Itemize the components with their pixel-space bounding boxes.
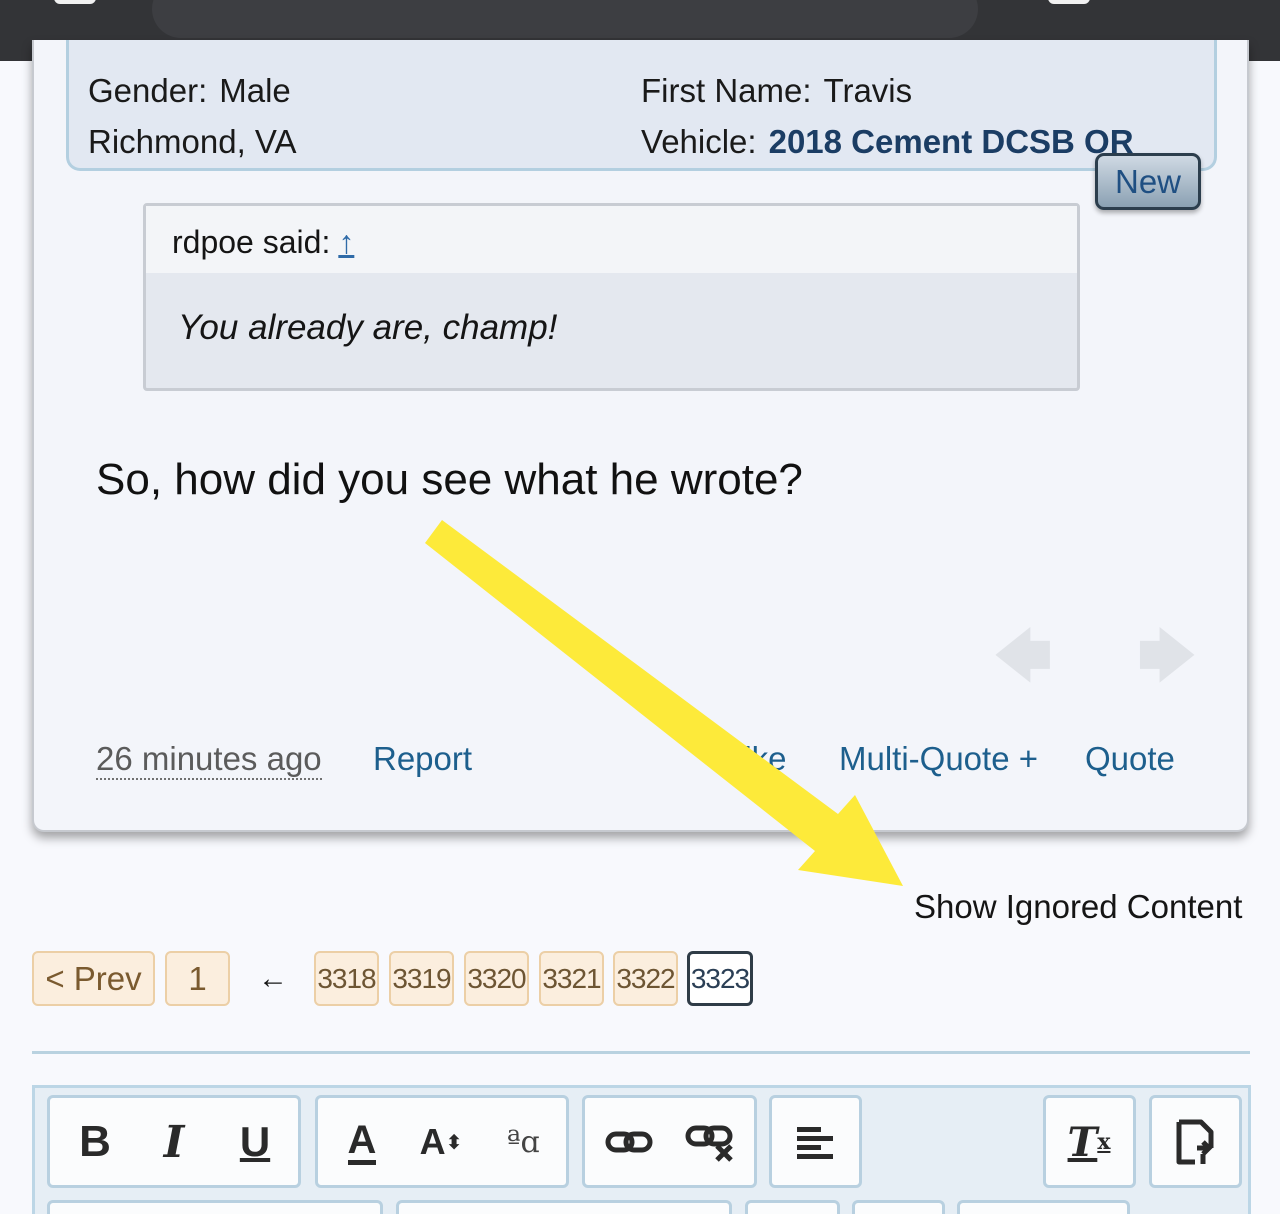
- unlink-icon: [685, 1125, 733, 1162]
- post-message: So, how did you see what he wrote?: [96, 455, 803, 504]
- page: Gender: Male Richmond, VA First Name: Trav…: [0, 0, 1280, 1214]
- address-bar[interactable]: [152, 0, 978, 38]
- quote-block: rdpoe said: ↑ You already are, champ!: [143, 203, 1080, 391]
- page-jump-arrow[interactable]: ←: [258, 962, 288, 996]
- vehicle-link[interactable]: 2018 Cement DCSB OR: [769, 123, 1134, 160]
- toolbar-row2-group: [396, 1200, 732, 1214]
- new-badge: New: [1095, 153, 1201, 210]
- like-link[interactable]: Like: [726, 740, 787, 778]
- page-number-button[interactable]: 3322: [613, 951, 678, 1006]
- font-family-icon: ªɑ: [506, 1124, 540, 1160]
- gender-value: Male: [219, 72, 291, 109]
- post-timestamp[interactable]: 26 minutes ago: [96, 740, 322, 780]
- toolbar-row2-group: [852, 1200, 945, 1214]
- bold-button[interactable]: B: [64, 1113, 126, 1171]
- align-left-icon: [797, 1127, 833, 1159]
- previous-post-arrow-icon[interactable]: 🡄: [994, 628, 1052, 684]
- gender-label: Gender:: [88, 72, 208, 109]
- toggle-bbcode-icon: [1176, 1119, 1214, 1165]
- insert-link-button[interactable]: [598, 1113, 660, 1171]
- remove-format-button[interactable]: Tx: [1058, 1113, 1120, 1171]
- next-post-arrow-icon[interactable]: 🡆: [1138, 628, 1196, 684]
- location-value: Richmond, VA: [88, 123, 297, 160]
- toggle-bbcode-button[interactable]: [1164, 1113, 1226, 1171]
- page-1-button[interactable]: 1: [165, 951, 230, 1006]
- toolbar-row2-group: [47, 1200, 383, 1214]
- tabs-icon[interactable]: [1048, 0, 1090, 4]
- quote-body: You already are, champ!: [178, 308, 558, 347]
- gender-field: Gender: Male: [88, 72, 291, 110]
- align-button[interactable]: [784, 1113, 846, 1171]
- show-ignored-content-link[interactable]: Show Ignored Content: [914, 888, 1242, 926]
- remove-format-x-icon: x: [1097, 1129, 1111, 1155]
- divider: [32, 1051, 1250, 1054]
- remove-link-button[interactable]: [680, 1113, 742, 1171]
- tab-icon[interactable]: [54, 0, 96, 4]
- text-color-icon: A: [347, 1119, 377, 1165]
- vehicle-field: Vehicle: 2018 Cement DCSB OR: [641, 123, 1134, 161]
- first-name-label: First Name:: [641, 72, 812, 109]
- text-color-button[interactable]: A: [331, 1113, 393, 1171]
- quote-jump-link[interactable]: ↑: [338, 224, 354, 260]
- font-family-button[interactable]: ªɑ: [492, 1113, 554, 1171]
- page-number-button[interactable]: 3321: [539, 951, 604, 1006]
- quote-header: rdpoe said: ↑: [146, 206, 1077, 273]
- page-number-button[interactable]: 3319: [389, 951, 454, 1006]
- font-size-button[interactable]: A ⬍: [410, 1113, 472, 1171]
- quote-author-text: rdpoe said:: [172, 224, 331, 260]
- vehicle-label: Vehicle:: [641, 123, 757, 160]
- page-number-button[interactable]: 3320: [464, 951, 529, 1006]
- page-number-button[interactable]: 3318: [314, 951, 379, 1006]
- first-name-field: First Name: Travis: [641, 72, 912, 110]
- toolbar-row2-group: [745, 1200, 840, 1214]
- current-page-button[interactable]: 3323: [687, 951, 753, 1006]
- multi-quote-link[interactable]: Multi-Quote +: [839, 740, 1038, 778]
- report-link[interactable]: Report: [373, 740, 472, 778]
- first-name-value: Travis: [823, 72, 913, 109]
- remove-format-icon: T: [1067, 1118, 1098, 1166]
- font-size-arrows-icon: ⬍: [445, 1131, 463, 1154]
- underline-button[interactable]: U: [224, 1113, 286, 1171]
- quote-link[interactable]: Quote: [1085, 740, 1175, 778]
- toolbar-row2-group: [957, 1200, 1130, 1214]
- link-icon: [605, 1131, 653, 1153]
- font-size-icon: A: [419, 1121, 446, 1162]
- prev-page-button[interactable]: < Prev: [32, 951, 155, 1006]
- quote-author: rdpoe said: ↑: [172, 224, 354, 261]
- italic-button[interactable]: I: [143, 1113, 205, 1171]
